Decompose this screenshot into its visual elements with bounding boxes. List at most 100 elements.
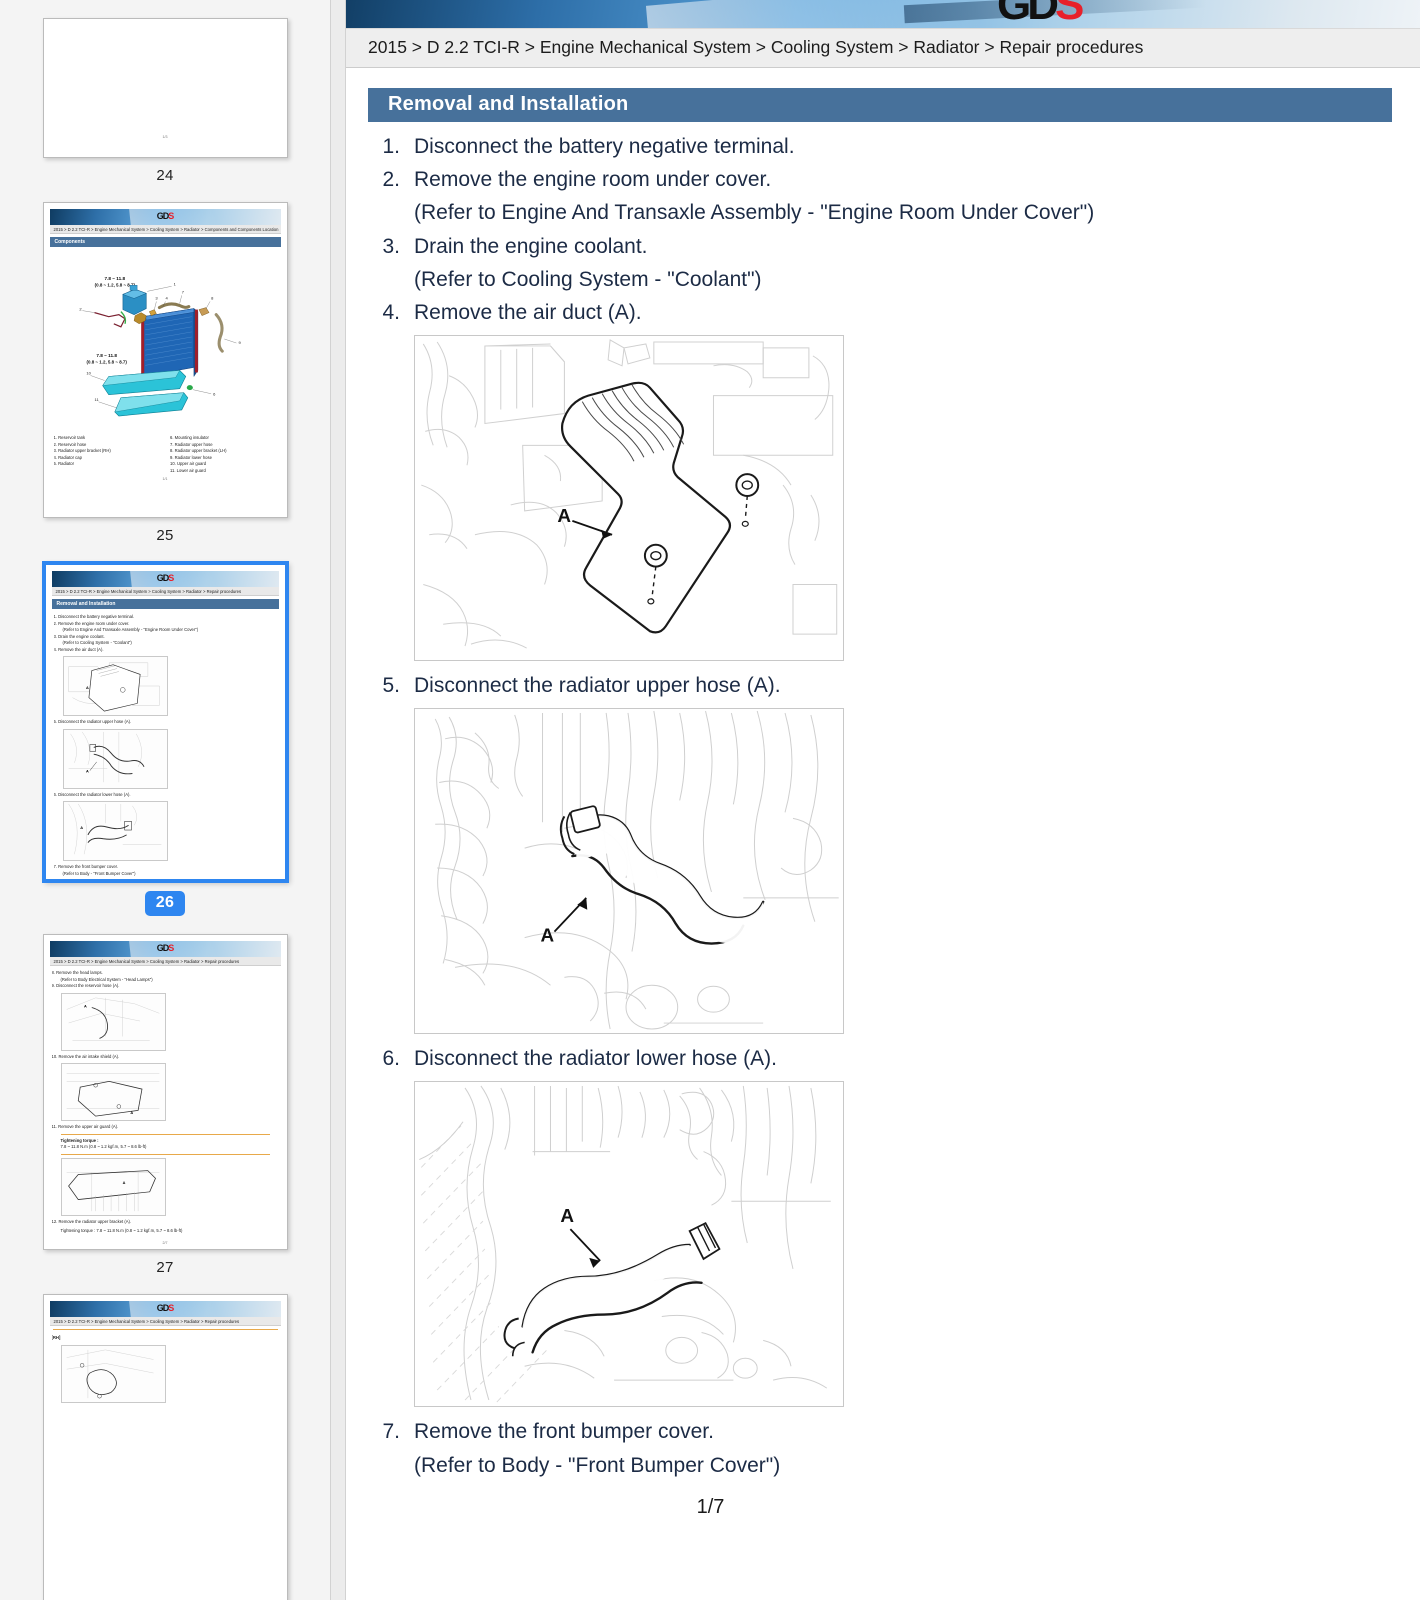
step-text: Remove the engine room under cover.	[414, 168, 772, 192]
mini-figure-air-duct: A	[62, 656, 168, 717]
svg-text:2: 2	[79, 307, 82, 312]
step-number: 1.	[382, 135, 400, 158]
radiator-components-illustration: 7.8 ~ 11.8 (0.8 ~ 1.2, 5.8 ~ 8.7) 7.8 ~ …	[79, 277, 241, 417]
svg-text:9: 9	[238, 341, 241, 346]
gds-service-manual-viewer: 1/3 24 GDS 2015 > D 2.2 TCI-R > Engine M…	[0, 0, 1420, 1600]
thumbnail-frame[interactable]: GDS 2015 > D 2.2 TCI-R > Engine Mechanic…	[42, 1294, 288, 1600]
procedure-step: 7. Remove the front bumper cover. (Refer…	[368, 1415, 1420, 1481]
svg-text:8: 8	[211, 296, 214, 301]
step-text: Disconnect the battery negative terminal…	[414, 135, 795, 158]
mini-gds-logo: GDS	[156, 943, 175, 953]
procedure-step: 1. Disconnect the battery negative termi…	[368, 130, 1420, 163]
mini-breadcrumb: 2015 > D 2.2 TCI-R > Engine Mechanical S…	[49, 957, 281, 967]
svg-text:7: 7	[181, 290, 184, 295]
step-text: Remove the air duct (A).	[414, 300, 642, 324]
step-number: 4.	[382, 300, 400, 324]
procedure-step: 6. Disconnect the radiator lower hose (A…	[368, 1042, 1420, 1408]
mini-gds-logo: GDS	[156, 1303, 175, 1313]
torque-rule-bottom	[60, 1153, 270, 1155]
mini-step-line: 9. Disconnect the reservoir hose (A).	[51, 983, 120, 989]
step-reference: (Refer to Cooling System - "Coolant")	[414, 267, 762, 291]
torque-value: 7.8 ~ 11.8 N.m (0.8 ~ 1.2 kgf.m, 5.7 ~ 8…	[60, 1144, 147, 1150]
step-number: 6.	[382, 1047, 400, 1071]
mini-hero-banner: GDS	[49, 941, 281, 957]
svg-text:1: 1	[173, 282, 176, 287]
thumbnail-frame[interactable]: GDS 2015 > D 2.2 TCI-R > Engine Mechanic…	[42, 202, 288, 518]
page-number-badge: 26	[144, 891, 186, 916]
thumbnail-frame[interactable]: 1/3	[42, 18, 288, 158]
thumbnail-frame[interactable]: GDS 2015 > D 2.2 TCI-R > Engine Mechanic…	[42, 934, 288, 1250]
gds-logo: GDS	[997, 0, 1084, 28]
mini-section-banner: Components	[49, 237, 281, 248]
mini-step-line: 6. Disconnect the radiator lower hose (A…	[53, 791, 131, 797]
mini-figure-upper-hose: A	[62, 728, 168, 789]
header-hero-banner: GDS	[346, 0, 1420, 28]
breadcrumb[interactable]: 2015 > D 2.2 TCI-R > Engine Mechanical S…	[346, 28, 1420, 68]
step-text: Drain the engine coolant.	[414, 234, 648, 258]
svg-text:7.8 ~ 11.8: 7.8 ~ 11.8	[104, 277, 125, 282]
step-number: 5.	[382, 674, 400, 698]
thumbnail-page-canvas: GDS 2015 > D 2.2 TCI-R > Engine Mechanic…	[43, 935, 287, 1249]
svg-text:A: A	[86, 686, 89, 690]
thumbnail-item-24[interactable]: 1/3 24	[0, 18, 330, 184]
thumbnail-page-canvas: GDS 2015 > D 2.2 TCI-R > Engine Mechanic…	[43, 1295, 287, 1600]
procedure-step-list: 1. Disconnect the battery negative termi…	[368, 130, 1420, 1482]
step-reference: (Refer to Body - "Front Bumper Cover")	[414, 1453, 781, 1477]
thumbnail-item-28[interactable]: GDS 2015 > D 2.2 TCI-R > Engine Mechanic…	[0, 1294, 330, 1600]
svg-text:A: A	[557, 506, 571, 527]
step-number: 3.	[382, 234, 400, 258]
svg-text:A: A	[86, 769, 89, 773]
thumbnail-sidebar[interactable]: 1/3 24 GDS 2015 > D 2.2 TCI-R > Engine M…	[0, 0, 330, 1600]
thumbnail-item-26[interactable]: GDS 2015 > D 2.2 TCI-R > Engine Mechanic…	[0, 562, 330, 916]
mini-hero-banner: GDS	[51, 571, 279, 587]
mini-section-banner: Removal and Installation	[51, 599, 279, 610]
svg-text:A: A	[122, 1181, 125, 1185]
mini-gds-logo: GDS	[156, 573, 175, 583]
svg-text:(0.8 ~ 1.2, 5.8 ~ 8.7): (0.8 ~ 1.2, 5.8 ~ 8.7)	[86, 360, 127, 365]
mini-page-footer: 1/3	[162, 135, 168, 139]
mini-gds-logo: GDS	[156, 211, 175, 221]
radiator-lower-hose-diagram: A	[415, 1082, 843, 1407]
thumbnail-page-number-selected: 26	[0, 891, 330, 916]
legend-item: 11. Lower air guard	[170, 467, 206, 473]
svg-text:A: A	[541, 926, 555, 947]
svg-text:11: 11	[94, 397, 99, 402]
thumbnail-item-27[interactable]: GDS 2015 > D 2.2 TCI-R > Engine Mechanic…	[0, 934, 330, 1276]
mini-step-line: 5. Disconnect the radiator upper hose (A…	[53, 719, 132, 725]
thumbnail-frame-selected[interactable]: GDS 2015 > D 2.2 TCI-R > Engine Mechanic…	[42, 562, 288, 882]
thumbnail-item-25[interactable]: GDS 2015 > D 2.2 TCI-R > Engine Mechanic…	[0, 202, 330, 544]
mini-page-footer: 1/7	[46, 881, 285, 882]
mini-figure-rh	[60, 1344, 166, 1403]
mini-hero-banner: GDS	[49, 1301, 281, 1317]
torque-rule-top	[60, 1133, 270, 1135]
svg-text:A: A	[560, 1207, 574, 1228]
pane-divider-scrollbar[interactable]	[330, 0, 346, 1600]
procedure-step: 5. Disconnect the radiator upper hose (A…	[368, 669, 1420, 1035]
svg-text:7.8 ~ 11.8: 7.8 ~ 11.8	[96, 354, 117, 359]
procedure-step: 2. Remove the engine room under cover. (…	[368, 163, 1420, 229]
thumbnail-page-canvas: GDS 2015 > D 2.2 TCI-R > Engine Mechanic…	[45, 565, 285, 882]
page-indicator: 1/7	[696, 1495, 725, 1518]
step-reference: (Refer to Engine And Transaxle Assembly …	[414, 201, 1095, 225]
thumbnail-page-canvas: GDS 2015 > D 2.2 TCI-R > Engine Mechanic…	[43, 203, 287, 517]
legend-item: 5. Radiator	[53, 461, 74, 467]
procedure-step: 4. Remove the air duct (A). A	[368, 296, 1420, 662]
torque-value-2: Tightening torque : 7.8 ~ 11.8 N.m (0.8 …	[60, 1228, 183, 1234]
figure-radiator-lower-hose: A	[414, 1081, 844, 1408]
mini-breadcrumb: 2015 > D 2.2 TCI-R > Engine Mechanical S…	[49, 1317, 281, 1327]
mini-page-footer: 1/1	[162, 477, 168, 482]
step-text: Remove the front bumper cover.	[414, 1420, 714, 1444]
mini-figure-upper-air-guard: A	[60, 1157, 166, 1216]
svg-text:(0.8 ~ 1.2, 5.8 ~ 8.7): (0.8 ~ 1.2, 5.8 ~ 8.7)	[94, 283, 135, 288]
air-duct-diagram: A	[415, 336, 843, 661]
svg-text:A: A	[80, 827, 83, 831]
svg-text:6: 6	[213, 392, 216, 397]
mini-step-line: 4. Remove the air duct (A).	[53, 646, 104, 652]
thumbnail-page-canvas: 1/3	[43, 19, 287, 157]
figure-air-duct: A	[414, 335, 844, 662]
figure-radiator-upper-hose: A	[414, 708, 844, 1035]
svg-text:3: 3	[155, 296, 158, 301]
thumbnail-scroll-container[interactable]: 1/3 24 GDS 2015 > D 2.2 TCI-R > Engine M…	[0, 0, 330, 1600]
step-text: Disconnect the radiator upper hose (A).	[414, 674, 781, 698]
mini-breadcrumb: 2015 > D 2.2 TCI-R > Engine Mechanical S…	[49, 225, 281, 235]
